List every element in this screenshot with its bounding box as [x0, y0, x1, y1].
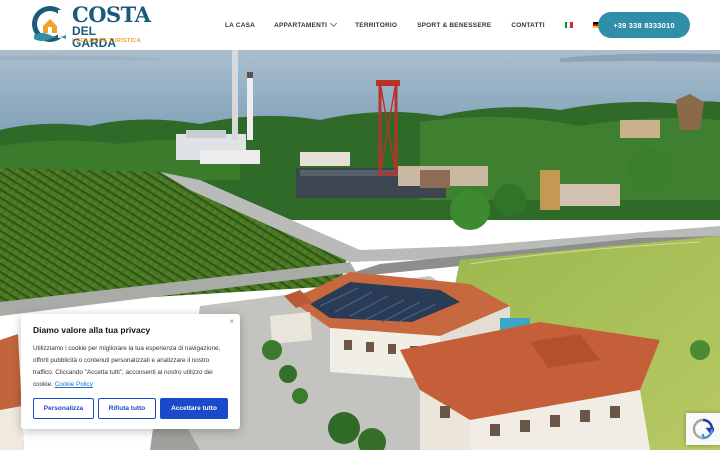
- site-header: COSTA DEL GARDA LOCAZIONE TURISTICA LA C…: [0, 0, 720, 50]
- house-wave-logo-icon: [32, 6, 70, 42]
- site-logo[interactable]: COSTA DEL GARDA LOCAZIONE TURISTICA: [30, 4, 151, 50]
- nav-item-territorio[interactable]: TERRITORIO: [355, 22, 397, 29]
- recaptcha-icon: [692, 418, 714, 440]
- close-icon[interactable]: ×: [229, 317, 234, 326]
- cookie-text: Utilizziamo i cookie per migliorare la t…: [33, 345, 221, 388]
- cookie-buttons: Personalizza Rifiuta tutto Accettare tut…: [33, 398, 228, 419]
- nav-item-sport-benessere[interactable]: SPORT & BENESSERE: [417, 22, 491, 29]
- nav-item-la-casa[interactable]: LA CASA: [225, 22, 255, 29]
- cookie-policy-link[interactable]: Cookie Policy: [55, 381, 93, 388]
- brand-title: COSTA: [72, 2, 151, 27]
- phone-button[interactable]: +39 338 8333010: [598, 12, 690, 38]
- nav-item-contatti[interactable]: CONTATTI: [511, 22, 545, 29]
- chevron-down-icon: [330, 19, 338, 28]
- cookie-consent-dialog: × Diamo valore alla tua privacy Utilizzi…: [21, 314, 240, 429]
- brand-subtitle: DEL GARDA: [72, 24, 116, 50]
- accept-all-button[interactable]: Accettare tutto: [160, 398, 228, 419]
- nav-item-appartamenti[interactable]: APPARTAMENTI: [274, 19, 338, 29]
- main-nav: LA CASA APPARTAMENTI TERRITORIO SPORT & …: [225, 0, 629, 50]
- cookie-title: Diamo valore alla tua privacy: [33, 325, 151, 335]
- recaptcha-badge[interactable]: [686, 413, 720, 445]
- reject-all-button[interactable]: Rifiuta tutto: [98, 398, 156, 419]
- italian-flag-icon[interactable]: [564, 22, 573, 28]
- brand-tagline: LOCAZIONE TURISTICA: [72, 38, 141, 44]
- customize-button[interactable]: Personalizza: [33, 398, 94, 419]
